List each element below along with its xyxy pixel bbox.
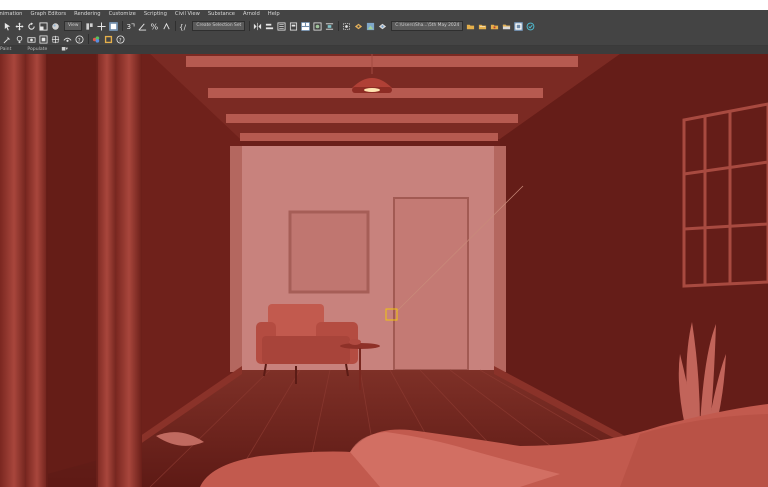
archive-folder-icon[interactable] [502,22,511,31]
layer-icon[interactable] [277,21,286,31]
named-selection-icon[interactable]: {/ [179,22,188,30]
render-online-icon[interactable] [378,22,387,31]
menu-rendering[interactable]: Rendering [70,10,105,19]
secondary-toolbar: ? ? [0,33,768,46]
picture-frame [288,210,370,294]
scale-icon[interactable] [39,21,48,31]
menu-help[interactable]: Help [264,10,284,19]
left-curtain [0,54,142,487]
toolbar-separator [338,21,340,31]
layer-explorer-icon[interactable] [104,35,113,44]
perspective-viewport[interactable] [0,54,768,487]
menu-bar: Animation Graph Editors Rendering Custom… [0,10,768,19]
svg-text:?: ? [78,37,81,43]
schematic-view-icon[interactable] [301,21,311,31]
ceiling-beam [186,56,578,67]
selection-set-dropdown[interactable]: Create Selection Set [192,21,246,31]
svg-text:?: ? [119,37,122,43]
ceiling-beam [240,133,498,141]
scene-render [0,54,768,487]
project-folder-icon[interactable] [466,22,475,31]
spinner-snap-icon[interactable] [162,22,171,31]
ribbon-toggle-icon[interactable]: ■▾ [61,46,68,54]
align-icon[interactable] [265,22,274,31]
toolbar-separator [122,21,124,31]
render-icon[interactable] [354,22,363,31]
main-toolbar: View 3 % {/ Create Selection Set C:\User… [0,19,768,33]
color-clipboard-icon[interactable] [92,35,101,44]
place-icon[interactable] [51,22,60,31]
orbit-icon[interactable] [63,35,72,44]
menu-substance[interactable]: Substance [204,10,239,19]
pivot-icon[interactable] [85,22,94,31]
select-icon[interactable] [3,22,12,31]
menu-animation[interactable]: Animation [0,10,26,19]
render-frame-icon[interactable] [342,22,351,31]
rotate-icon[interactable] [27,21,36,31]
menu-arnold[interactable]: Arnold [239,10,264,19]
ceiling-beam [226,114,518,123]
view-dropdown[interactable]: View [64,21,83,31]
svg-text:3: 3 [127,22,132,31]
project-path-dropdown[interactable]: C:\Users\Sha...\5th May 2024 [391,21,464,31]
ribbon-tab-strip: Paint Populate ■▾ [0,46,768,54]
help-icon[interactable]: ? [116,34,125,44]
ribbon-tab-populate[interactable]: Populate [19,46,55,54]
crosshair-icon[interactable] [97,21,106,31]
svg-text:{/: {/ [179,22,187,30]
render-setup-icon[interactable] [325,22,334,31]
link-icon[interactable] [3,35,12,44]
mirror-icon[interactable] [253,22,262,31]
material-editor-icon[interactable] [313,21,322,31]
ribbon-tab-paint[interactable]: Paint [0,46,19,54]
check-icon[interactable] [526,22,535,31]
door [393,197,469,371]
menu-customize[interactable]: Customize [105,10,140,19]
menu-scripting[interactable]: Scripting [140,10,171,19]
viewport-config-icon[interactable] [514,21,524,31]
open-folder-icon[interactable] [478,22,487,31]
spacewarp-icon[interactable] [51,35,60,44]
move-icon[interactable] [15,21,24,31]
light-icon[interactable] [15,35,24,44]
keyboard-shortcut-icon[interactable] [109,21,119,31]
angle-snap-icon[interactable] [138,22,147,31]
camera-icon[interactable] [27,35,36,44]
helper-icon[interactable] [39,34,48,44]
title-strip [0,0,768,10]
save-folder-icon[interactable] [490,22,499,31]
svg-text:%: % [151,22,159,31]
snaps-icon[interactable]: 3 [126,22,135,31]
help-icon[interactable]: ? [75,34,84,44]
toolbar-separator [249,21,251,31]
menu-graph-editors[interactable]: Graph Editors [26,10,70,19]
quick-render-icon[interactable] [366,22,375,31]
app-window: Animation Graph Editors Rendering Custom… [0,0,768,487]
menu-civil-view[interactable]: Civil View [171,10,204,19]
toolbar-separator [175,21,177,31]
toolbar-separator [88,34,89,44]
percent-snap-icon[interactable]: % [150,22,159,31]
scene-explorer-icon[interactable] [289,21,298,31]
